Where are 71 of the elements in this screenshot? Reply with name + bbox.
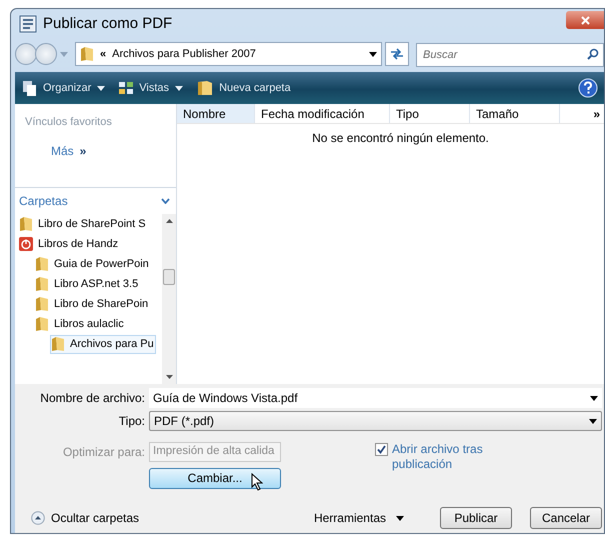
search-field[interactable]: Buscar <box>416 42 604 66</box>
column-header[interactable]: Fecha modificación <box>255 104 390 123</box>
caret-icon <box>589 418 597 424</box>
caret-icon <box>60 52 68 56</box>
folder-tree-item[interactable]: Libro de SharePoint S <box>18 214 148 234</box>
caret-icon <box>396 516 404 520</box>
address-bar[interactable]: « Archivos para Publisher 2007 <box>75 42 382 66</box>
file-type-dropdown[interactable]: PDF (*.pdf) <box>149 411 602 431</box>
document-icon <box>19 15 37 33</box>
file-name-field[interactable]: Guía de Windows Vista.pdf <box>149 388 602 408</box>
folders-header[interactable]: Carpetas <box>15 188 176 214</box>
collapse-icon <box>31 511 45 525</box>
folder-icon <box>19 216 33 232</box>
power-icon <box>19 237 33 251</box>
check-icon <box>377 445 386 454</box>
help-icon <box>578 78 598 98</box>
cursor-icon <box>251 473 263 491</box>
refresh-button[interactable] <box>385 42 409 66</box>
folder-tree-item[interactable]: Libro ASP.net 3.5 <box>34 274 140 294</box>
back-button[interactable] <box>15 43 37 65</box>
folder-icon <box>197 80 214 96</box>
field-label: Nombre de archivo: <box>39 390 146 407</box>
dialog-button[interactable]: Cancelar <box>530 507 602 529</box>
field-label: Tipo: <box>118 413 146 430</box>
search-icon <box>587 48 599 60</box>
window-title: Publicar como PDF <box>43 14 172 34</box>
folder-icon <box>51 336 65 352</box>
breadcrumb-overflow[interactable]: « <box>100 46 106 62</box>
folder-icon <box>35 316 49 332</box>
address-path: Archivos para Publisher 2007 <box>112 46 256 62</box>
caret-icon <box>590 396 598 400</box>
hide-folders-button[interactable]: Ocultar carpetas <box>31 509 140 527</box>
scrollbar[interactable] <box>162 214 176 384</box>
caret-icon <box>175 86 184 90</box>
scroll-up-icon <box>166 219 172 223</box>
scroll-down-icon <box>166 375 172 379</box>
toolbar-button[interactable]: Organizar <box>23 80 106 96</box>
folder-tree-item[interactable]: Guia de PowerPoin <box>34 254 151 274</box>
toolbar-button[interactable]: Nueva carpeta <box>197 80 291 96</box>
empty-message: No se encontró ningún elemento. <box>312 130 489 147</box>
field-label: Optimizar para: <box>62 444 146 461</box>
toolbar-button[interactable]: Vistas <box>119 80 184 96</box>
caret-icon <box>97 86 106 90</box>
folder-tree-item[interactable]: Libros de Handz <box>18 234 120 254</box>
refresh-icon <box>390 48 404 60</box>
checkbox[interactable] <box>375 443 388 456</box>
more-columns-button[interactable]: » <box>593 104 604 123</box>
chevron-icon <box>161 198 170 204</box>
tools-menu[interactable]: Herramientas <box>314 509 404 527</box>
dialog-button[interactable]: Publicar <box>440 507 512 529</box>
close-button[interactable] <box>566 11 604 29</box>
grid-icon <box>119 82 134 94</box>
column-header[interactable]: Nombre <box>177 104 255 123</box>
caret-icon <box>369 52 377 56</box>
close-icon <box>580 16 590 24</box>
column-header[interactable]: Tamaño <box>470 104 560 123</box>
more-link[interactable]: Más » <box>51 142 86 160</box>
checkbox-label: Abrir archivo tras publicación <box>392 442 484 472</box>
folder-tree-item[interactable]: Archivos para Pu <box>50 334 156 354</box>
forward-button[interactable] <box>35 43 57 65</box>
column-header[interactable]: Tipo <box>390 104 470 123</box>
folder-tree-item[interactable]: Libro de SharePoin <box>34 294 150 314</box>
folder-tree-item[interactable]: Libros aulaclic <box>34 314 126 334</box>
change-button[interactable]: Cambiar... <box>149 468 281 488</box>
folder-icon <box>35 276 49 292</box>
folder-icon <box>35 296 49 312</box>
folder-icon <box>35 256 49 272</box>
scroll-thumb[interactable] <box>163 269 175 285</box>
folder-icon <box>80 46 94 62</box>
section-title: Vínculos favoritos <box>24 114 113 130</box>
documents-icon <box>23 80 37 96</box>
